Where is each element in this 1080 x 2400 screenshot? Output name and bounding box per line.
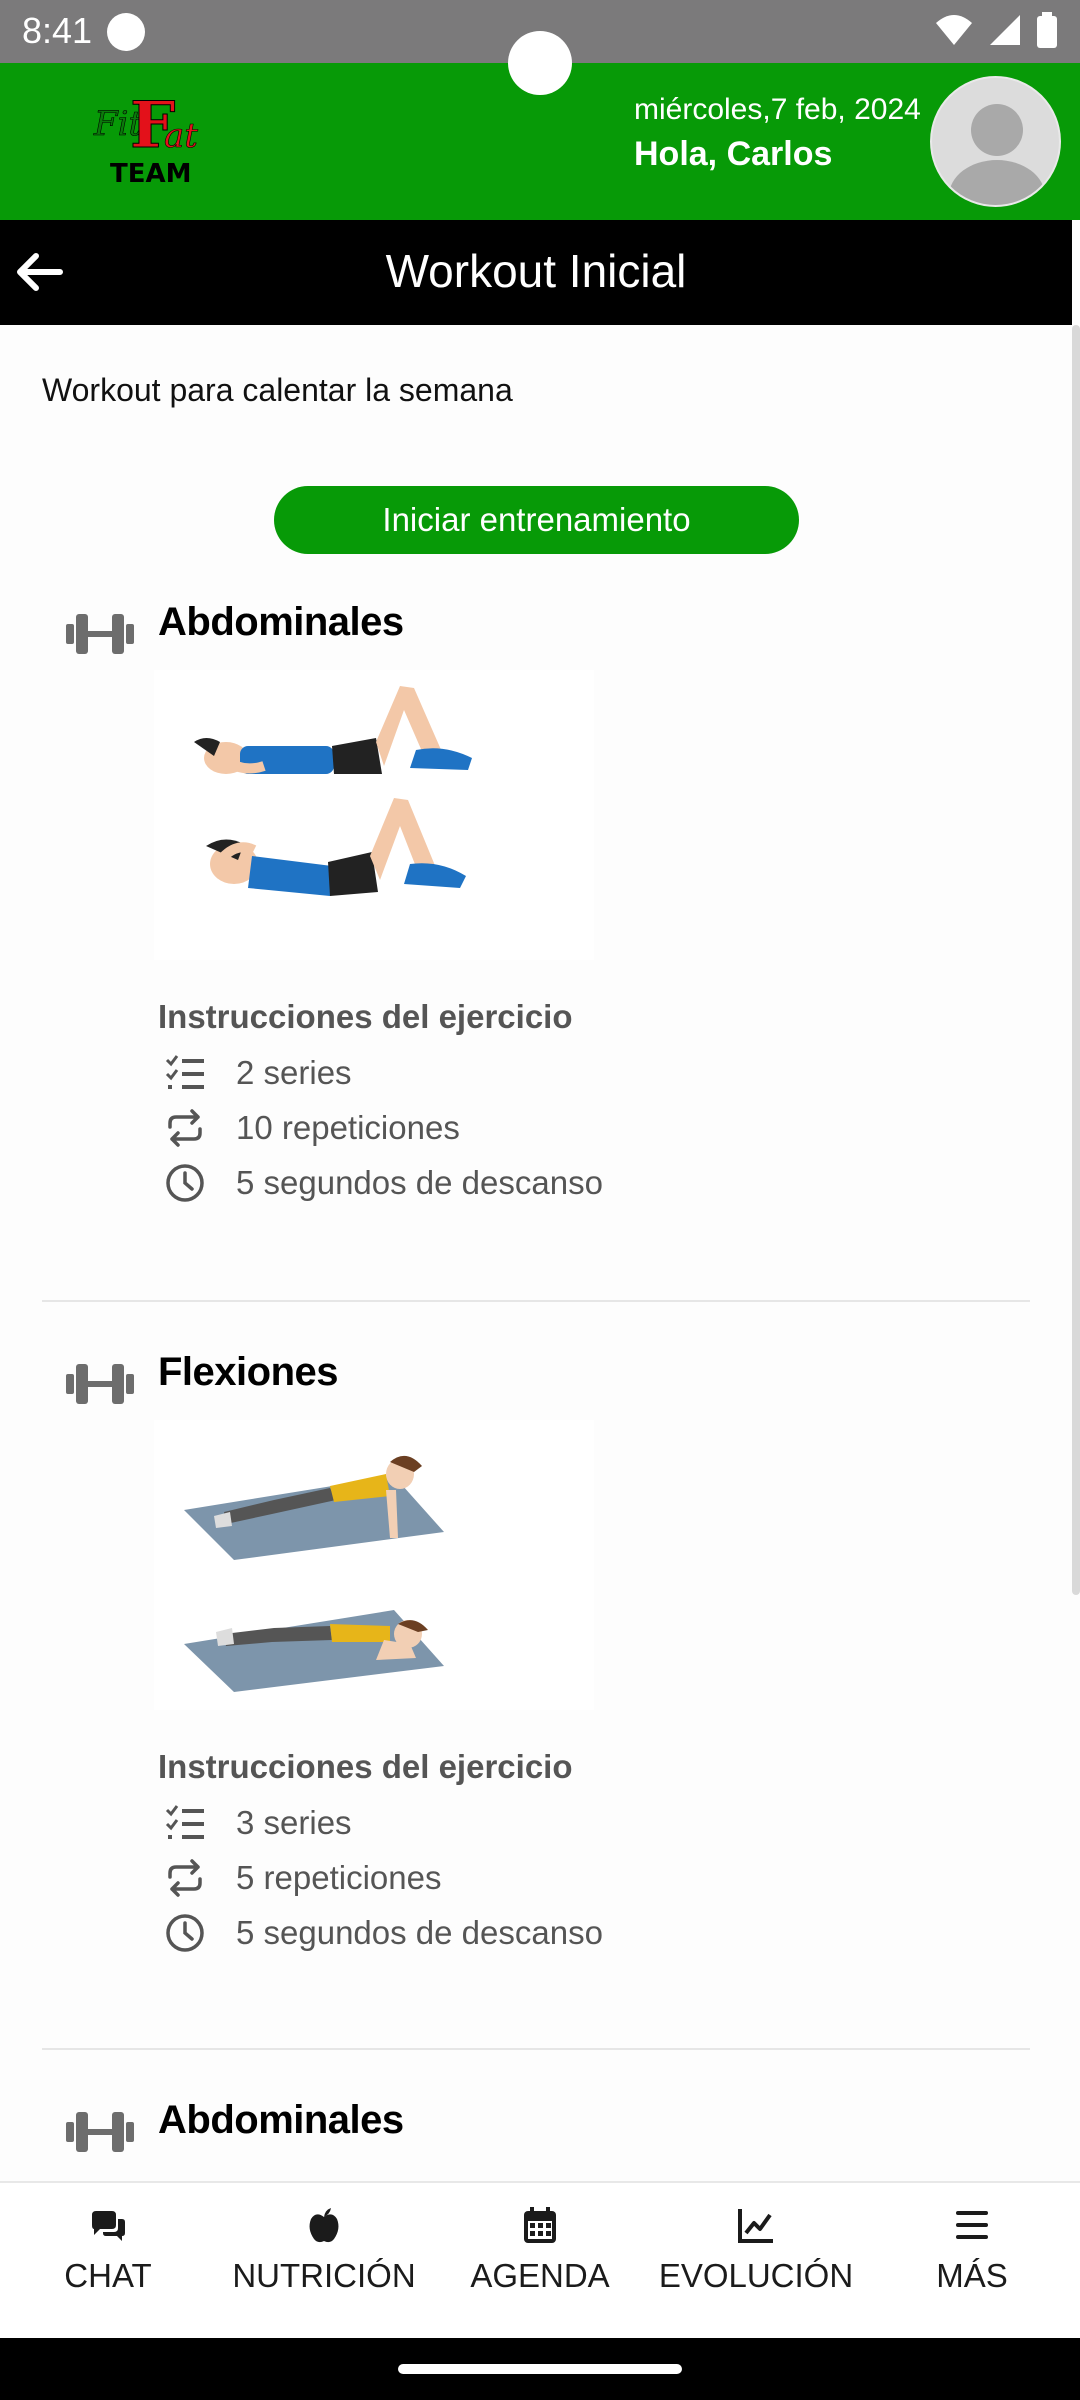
signal-icon: [990, 15, 1020, 45]
gesture-bar: [0, 2338, 1080, 2400]
divider: [42, 1300, 1030, 1302]
exercise-card: Flexiones Instrucciones del ejercicio 3 …: [42, 1350, 1030, 2052]
series-text: 2 series: [236, 1054, 352, 1091]
calendar-icon: [524, 2207, 556, 2243]
instruction-reps: 5 repeticiones: [164, 1857, 441, 1899]
instructions-title: Instrucciones del ejercicio: [158, 1748, 573, 1785]
instruction-rest: 5 segundos de descanso: [164, 1162, 603, 1204]
exercise-name: Abdominales: [158, 2098, 404, 2142]
status-bar: 8:41: [0, 0, 1080, 95]
chart-icon: [738, 2209, 773, 2243]
title-bar: Workout Inicial: [0, 220, 1072, 325]
exercise-image-pushups: [154, 1420, 594, 1710]
workout-description: Workout para calentar la semana: [42, 372, 513, 408]
bottom-nav: CHAT NUTRICIÓN AGENDA EVOLUCIÓN MÁS: [0, 2181, 1080, 2338]
page-title: Workout Inicial: [385, 245, 687, 297]
exercise-name: Abdominales: [158, 600, 404, 644]
exercise-card: Abdominales Instrucciones del ejercicio: [42, 600, 1030, 1302]
avatar[interactable]: [930, 76, 1061, 207]
dumbbell-icon: [66, 1364, 134, 1404]
exercise-card: Abdominales: [42, 2098, 1030, 2178]
nav-label: CHAT: [64, 2257, 152, 2294]
status-time: 8:41: [22, 10, 93, 51]
instruction-series: 2 series: [164, 1052, 352, 1094]
nav-agenda[interactable]: AGENDA: [432, 2205, 648, 2295]
clock-icon: [166, 1164, 204, 1202]
exercise-name: Flexiones: [158, 1350, 339, 1394]
camera-cutout: [508, 31, 572, 95]
nav-label: NUTRICIÓN: [232, 2257, 416, 2294]
logo-team-text: TEAM: [110, 159, 192, 189]
nav-evolucion[interactable]: EVOLUCIÓN: [648, 2205, 864, 2295]
menu-icon: [956, 2211, 988, 2239]
status-icons: [934, 12, 1058, 48]
repeat-icon: [168, 1859, 202, 1897]
instructions-title: Instrucciones del ejercicio: [158, 998, 573, 1035]
nav-nutricion[interactable]: NUTRICIÓN: [216, 2205, 432, 2295]
header-date: miércoles,7 feb, 2024: [634, 93, 921, 126]
reps-text: 10 repeticiones: [236, 1109, 460, 1146]
nav-label: AGENDA: [470, 2257, 610, 2294]
checklist-icon: [165, 1805, 204, 1839]
chat-icon: [92, 2211, 125, 2241]
app-logo: Fit F at TEAM: [92, 85, 212, 197]
instruction-rest: 5 segundos de descanso: [164, 1912, 603, 1954]
exercise-image-crunches: [154, 670, 594, 960]
checklist-icon: [165, 1055, 204, 1089]
dumbbell-icon: [66, 614, 134, 654]
clock-icon: [166, 1914, 204, 1952]
dumbbell-icon: [66, 2112, 134, 2152]
start-workout-button[interactable]: Iniciar entrenamiento: [274, 486, 799, 554]
rest-text: 5 segundos de descanso: [236, 1914, 603, 1951]
nav-label: MÁS: [936, 2257, 1008, 2294]
header-greeting: Hola, Carlos: [634, 135, 833, 173]
instruction-reps: 10 repeticiones: [164, 1107, 460, 1149]
reps-text: 5 repeticiones: [236, 1859, 442, 1896]
scrollbar[interactable]: [1072, 325, 1080, 1595]
divider: [42, 2048, 1030, 2050]
svg-text:at: at: [164, 116, 198, 156]
battery-icon: [1037, 12, 1057, 48]
rest-text: 5 segundos de descanso: [236, 1164, 603, 1201]
instruction-series: 3 series: [164, 1802, 352, 1844]
wifi-icon: [936, 15, 972, 45]
series-text: 3 series: [236, 1804, 352, 1841]
nav-chat[interactable]: CHAT: [0, 2205, 216, 2295]
notification-dot-icon: [107, 13, 145, 51]
home-indicator[interactable]: [398, 2364, 682, 2374]
nav-label: EVOLUCIÓN: [658, 2257, 854, 2294]
nav-mas[interactable]: MÁS: [864, 2205, 1080, 2295]
repeat-icon: [168, 1109, 202, 1147]
user-avatar-icon: [949, 104, 1045, 205]
apple-icon: [309, 2208, 339, 2243]
